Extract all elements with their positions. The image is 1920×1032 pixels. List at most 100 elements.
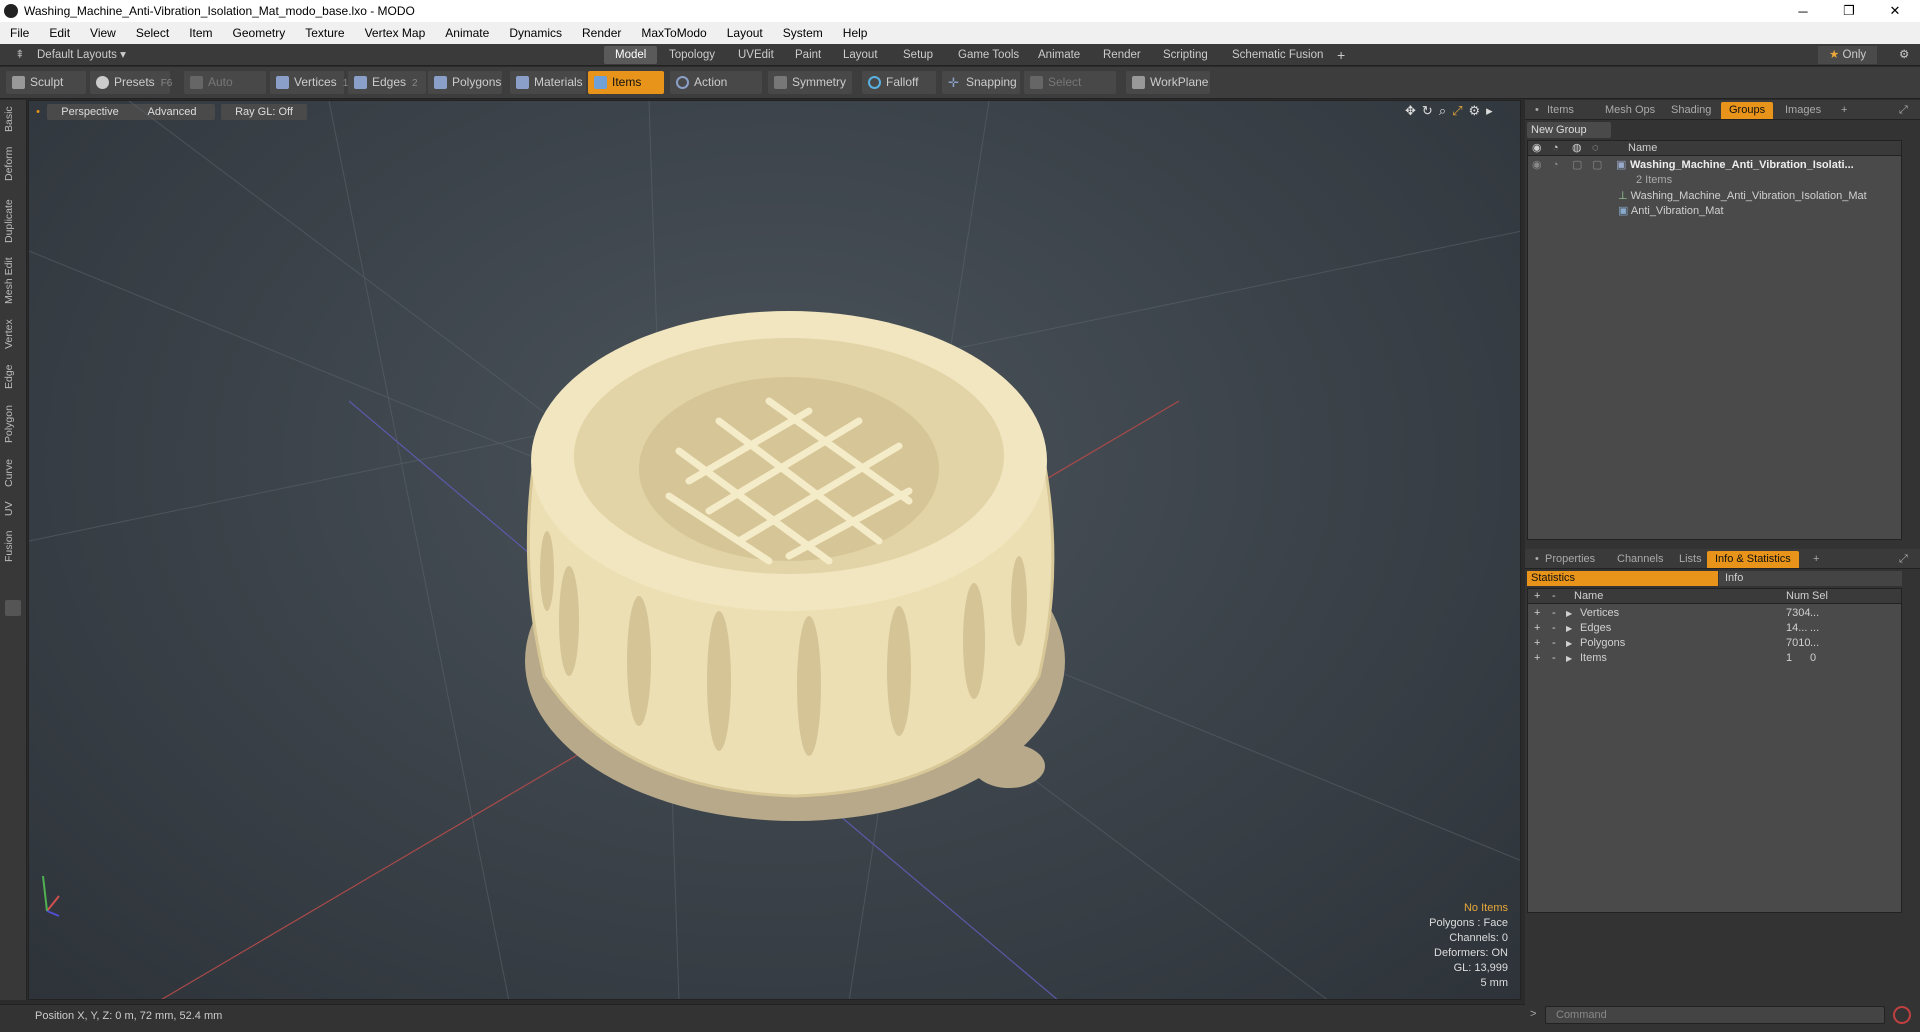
vtab-curve[interactable]: Curve: [3, 456, 23, 490]
menu-system[interactable]: System: [773, 26, 833, 40]
tab-mesh-ops[interactable]: Mesh Ops: [1597, 102, 1663, 119]
vtab-polygon[interactable]: Polygon: [3, 402, 23, 446]
menu-geometry[interactable]: Geometry: [223, 26, 296, 40]
vtab-uv[interactable]: UV: [3, 498, 23, 520]
tab-shading[interactable]: Shading: [1663, 102, 1719, 119]
menu-edit[interactable]: Edit: [39, 26, 80, 40]
table-row[interactable]: + - ▶ Vertices 7304 ...: [1528, 606, 1901, 621]
tab-lists[interactable]: Lists: [1671, 551, 1710, 568]
tab-uvedit[interactable]: UVEdit: [727, 46, 785, 64]
vtab-fusion[interactable]: Fusion: [3, 528, 23, 564]
menu-texture[interactable]: Texture: [295, 26, 354, 40]
tab-channels[interactable]: Channels: [1609, 551, 1671, 568]
menu-vertex-map[interactable]: Vertex Map: [355, 26, 436, 40]
select-icon[interactable]: ◌: [1592, 141, 1599, 156]
vtab-edge[interactable]: Edge: [3, 362, 23, 392]
add-icon[interactable]: +: [1534, 636, 1540, 651]
only-button[interactable]: ★ Only: [1818, 46, 1878, 64]
menu-item[interactable]: Item: [179, 26, 222, 40]
row-lock-icon[interactable]: ▢: [1572, 158, 1582, 173]
remove-icon[interactable]: -: [1552, 636, 1556, 651]
add-panel-tab-icon[interactable]: +: [1805, 551, 1827, 568]
remove-icon[interactable]: -: [1552, 606, 1556, 621]
add-icon[interactable]: +: [1534, 606, 1540, 621]
info-subtab[interactable]: Info: [1719, 571, 1902, 586]
record-icon[interactable]: [1893, 1006, 1911, 1024]
list-item[interactable]: ⊥ Washing_Machine_Anti_Vibration_Isolati…: [1618, 189, 1901, 204]
expand-arrow-icon[interactable]: ▶: [1566, 621, 1572, 636]
remove-icon[interactable]: -: [1552, 621, 1556, 636]
symmetry-button[interactable]: Symmetry: [768, 71, 852, 94]
expand-arrow-icon[interactable]: ▶: [1566, 606, 1572, 621]
command-input[interactable]: Command: [1545, 1006, 1885, 1024]
tab-topology[interactable]: Topology: [658, 46, 726, 64]
vtab-duplicate[interactable]: Duplicate: [3, 196, 23, 246]
group-row-root[interactable]: ◉ ◔ ▢ ▢ ▣ Washing_Machine_Anti_Vibration…: [1528, 158, 1901, 173]
remove-icon[interactable]: -: [1552, 651, 1556, 666]
statistics-subtab[interactable]: Statistics: [1527, 571, 1718, 586]
tab-paint[interactable]: Paint: [784, 46, 832, 64]
lock-icon[interactable]: ◍: [1572, 141, 1582, 156]
visibility-eye-icon[interactable]: ◉: [1532, 141, 1542, 156]
presets-button[interactable]: Presets F6: [90, 71, 172, 94]
menu-file[interactable]: File: [0, 26, 39, 40]
collapse-all-icon[interactable]: -: [1552, 589, 1556, 604]
polygons-button[interactable]: Polygons: [428, 71, 502, 94]
vtab-deform[interactable]: Deform: [3, 144, 23, 184]
gear-icon[interactable]: ⚙: [1888, 46, 1920, 64]
edges-button[interactable]: Edges 2: [348, 71, 426, 94]
tab-render[interactable]: Render: [1092, 46, 1152, 64]
tab-game-tools[interactable]: Game Tools: [947, 46, 1030, 64]
expand-all-icon[interactable]: +: [1534, 589, 1540, 604]
vtab-basic[interactable]: Basic: [3, 104, 23, 134]
render-icon[interactable]: ◔: [1552, 141, 1559, 156]
vtab-mesh-edit[interactable]: Mesh Edit: [3, 256, 23, 306]
tab-groups[interactable]: Groups: [1721, 102, 1774, 119]
minimize-button[interactable]: ─: [1780, 0, 1826, 22]
panel-expand-icon[interactable]: ⤢: [1891, 551, 1916, 568]
tab-info-statistics[interactable]: Info & Statistics: [1707, 551, 1799, 568]
vertices-button[interactable]: Vertices 1: [270, 71, 348, 94]
row-render-icon[interactable]: ◔: [1552, 158, 1559, 173]
tab-items[interactable]: Items: [1539, 102, 1582, 119]
row-select-icon[interactable]: ▢: [1592, 158, 1602, 173]
tab-schematic-fusion[interactable]: Schematic Fusion: [1221, 46, 1334, 64]
menu-select[interactable]: Select: [126, 26, 179, 40]
row-visibility-icon[interactable]: ◉: [1532, 158, 1542, 173]
expand-panel-icon[interactable]: [5, 600, 21, 616]
sculpt-button[interactable]: Sculpt: [6, 71, 86, 94]
new-group-button[interactable]: New Group: [1527, 122, 1611, 138]
add-tab-icon[interactable]: +: [1326, 46, 1356, 64]
maximize-button[interactable]: ❐: [1826, 0, 1872, 22]
tab-images[interactable]: Images: [1777, 102, 1829, 119]
materials-button[interactable]: Materials: [510, 71, 586, 94]
menu-dynamics[interactable]: Dynamics: [499, 26, 572, 40]
vtab-vertex[interactable]: Vertex: [3, 316, 23, 352]
expand-arrow-icon[interactable]: ▶: [1566, 651, 1572, 666]
add-icon[interactable]: +: [1534, 651, 1540, 666]
action-center-button[interactable]: Action Center: [670, 71, 762, 112]
add-icon[interactable]: +: [1534, 621, 1540, 636]
workplane-button[interactable]: WorkPlane: [1126, 71, 1210, 94]
3d-viewport[interactable]: • Perspective Advanced Ray GL: Off ✥↻⌕⤢⚙…: [28, 100, 1521, 1000]
expand-arrow-icon[interactable]: ▶: [1566, 636, 1572, 651]
items-button[interactable]: Items: [588, 71, 664, 94]
list-item[interactable]: ▣ Anti_Vibration_Mat: [1618, 204, 1724, 219]
table-row[interactable]: + - ▶ Polygons 7010 ...: [1528, 636, 1901, 651]
auto-select-button[interactable]: Auto Select: [184, 71, 266, 112]
table-row[interactable]: + - ▶ Items 1 0: [1528, 651, 1901, 666]
menu-render[interactable]: Render: [572, 26, 631, 40]
snapping-button[interactable]: ✛ Snapping: [942, 71, 1020, 94]
menu-animate[interactable]: Animate: [435, 26, 499, 40]
close-button[interactable]: ✕: [1872, 0, 1918, 22]
tab-layout[interactable]: Layout: [832, 46, 889, 64]
tab-animate[interactable]: Animate: [1027, 46, 1091, 64]
add-panel-tab-icon[interactable]: +: [1833, 102, 1855, 119]
menu-view[interactable]: View: [80, 26, 126, 40]
panel-expand-icon[interactable]: ⤢: [1891, 102, 1916, 119]
falloff-button[interactable]: Falloff: [862, 71, 936, 94]
menu-help[interactable]: Help: [833, 26, 878, 40]
menu-layout[interactable]: Layout: [717, 26, 773, 40]
layout-preset-dropdown[interactable]: Default Layouts ▾: [26, 46, 137, 64]
tab-properties[interactable]: Properties: [1537, 551, 1603, 568]
